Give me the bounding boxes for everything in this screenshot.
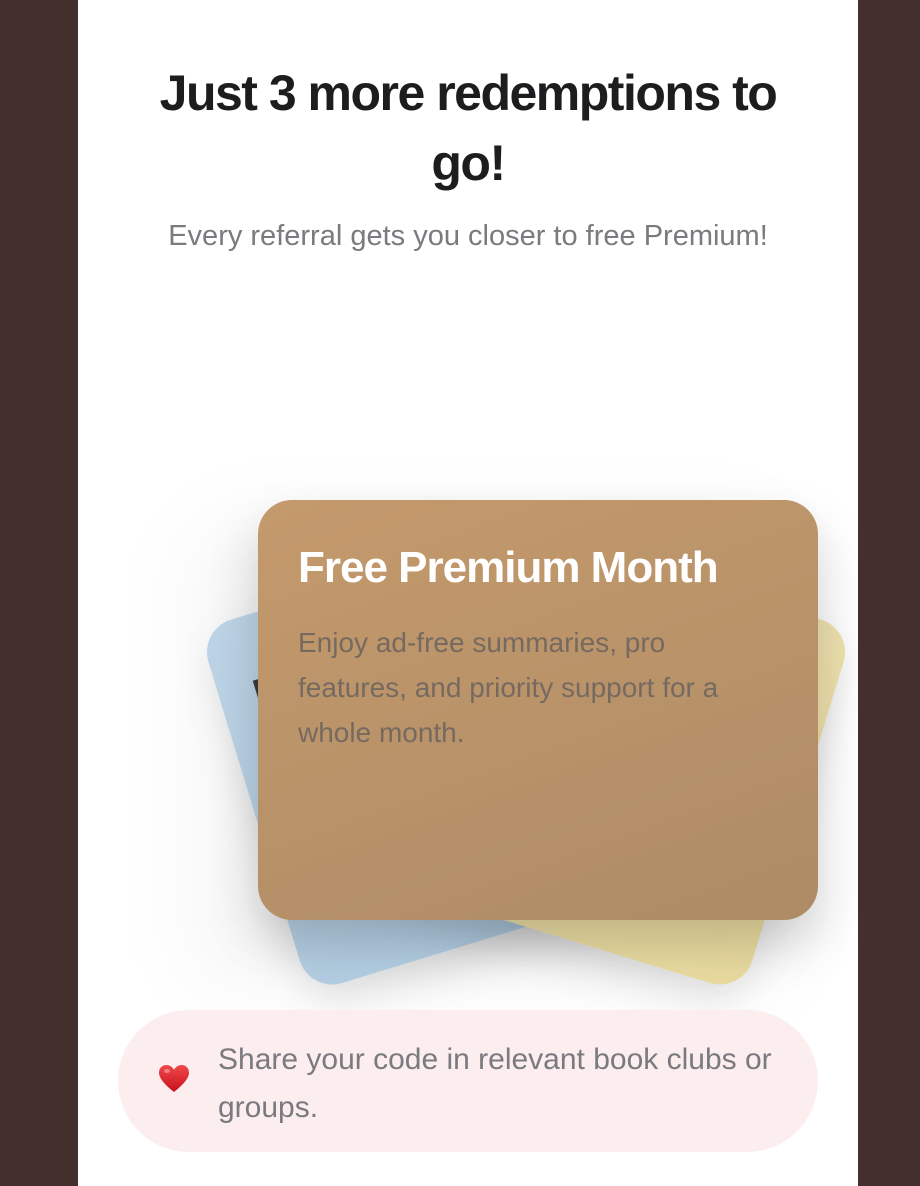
- rewards-panel: Just 3 more redemptions to go! Every ref…: [78, 0, 858, 1186]
- reward-card-title: Free Premium Month: [298, 543, 719, 592]
- reward-card-description: Enjoy ad-free summaries, pro features, a…: [298, 627, 719, 748]
- reward-card-free-premium[interactable]: Free Premium Month Enjoy ad-free summari…: [258, 500, 818, 920]
- sharing-tip: Share your code in relevant book clubs o…: [118, 1010, 818, 1152]
- page-subtitle: Every referral gets you closer to free P…: [168, 220, 768, 252]
- page-title: Just 3 more redemptions to go!: [159, 65, 778, 191]
- sharing-tip-text: Share your code in relevant book clubs o…: [218, 1043, 772, 1124]
- heart-icon: [159, 1065, 189, 1092]
